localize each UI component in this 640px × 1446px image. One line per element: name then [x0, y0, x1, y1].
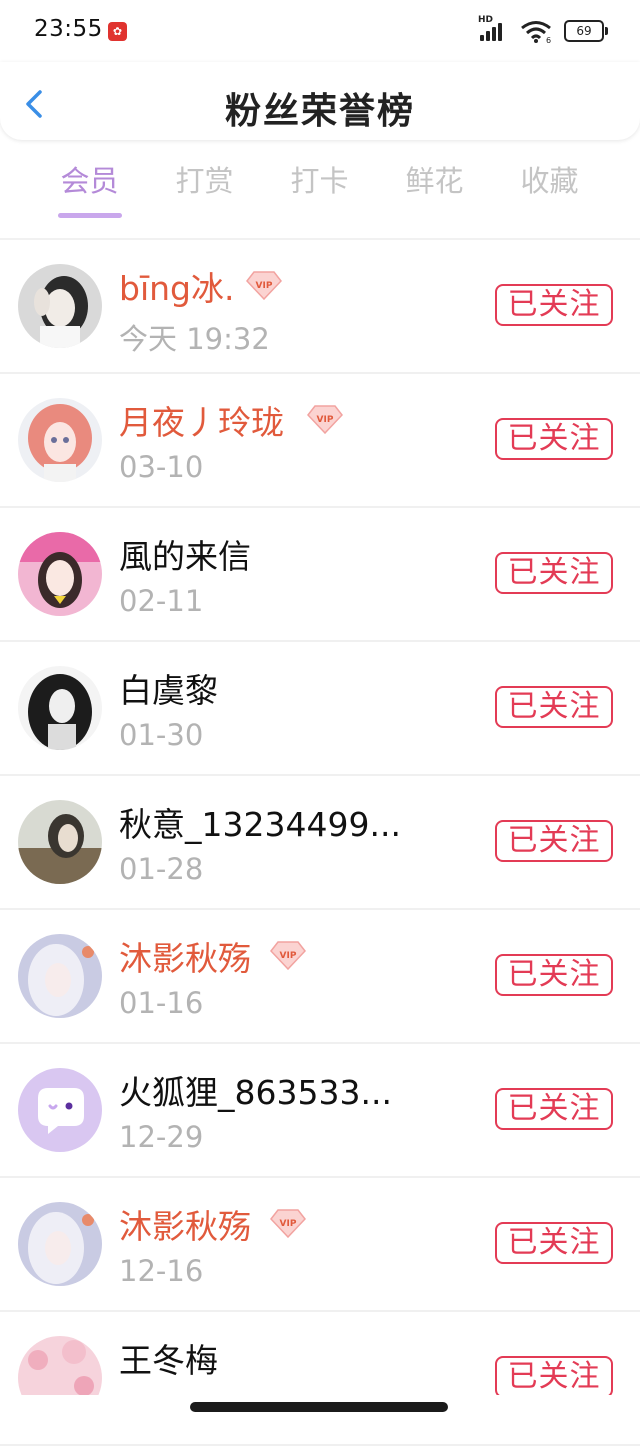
vip-badge-icon: VIP: [246, 271, 282, 300]
avatar[interactable]: [18, 1202, 102, 1286]
follow-date: 01-28: [119, 852, 204, 886]
followed-button[interactable]: 已关注: [495, 1356, 613, 1398]
list-item[interactable]: 月夜丿玲珑 VIP 03-10 已关注: [0, 374, 640, 508]
status-time: 23:55: [34, 16, 103, 42]
svg-text:VIP: VIP: [317, 415, 334, 425]
avatar[interactable]: [18, 264, 102, 348]
home-indicator[interactable]: [190, 1402, 448, 1412]
svg-text:VIP: VIP: [256, 281, 273, 291]
list-item[interactable]: 風的来信 02-11 已关注: [0, 508, 640, 642]
vip-badge-icon: VIP: [307, 405, 343, 434]
app-notification-icon: ✿: [108, 22, 127, 41]
followed-button[interactable]: 已关注: [495, 1222, 613, 1264]
tab-bar: 会员 打赏 打卡 鲜花 收藏: [32, 158, 610, 220]
tab-flowers[interactable]: 鲜花: [377, 158, 492, 220]
avatar[interactable]: [18, 532, 102, 616]
follow-date: 01-16: [119, 986, 204, 1020]
vip-badge-icon: VIP: [270, 941, 306, 970]
follow-date: 12-16: [119, 1254, 204, 1288]
followed-button[interactable]: 已关注: [495, 686, 613, 728]
signal-icon: HD: [478, 15, 508, 43]
avatar[interactable]: [18, 666, 102, 750]
user-name[interactable]: 風的来信: [119, 530, 251, 578]
followed-button[interactable]: 已关注: [495, 820, 613, 862]
network-type-label: HD: [478, 15, 494, 25]
follow-date: 今天 19:32: [119, 322, 270, 356]
followed-button[interactable]: 已关注: [495, 418, 613, 460]
battery-icon: 69: [564, 20, 608, 42]
follow-date: 01-30: [119, 718, 204, 752]
tab-favorites[interactable]: 收藏: [492, 158, 607, 220]
avatar[interactable]: [18, 1068, 102, 1152]
user-name[interactable]: 月夜丿玲珑: [119, 396, 284, 444]
user-name[interactable]: 沐影秋殇: [119, 932, 251, 980]
followed-button[interactable]: 已关注: [495, 552, 613, 594]
wifi-icon: 6: [521, 21, 551, 43]
list-item[interactable]: 白虞黎 01-30 已关注: [0, 642, 640, 776]
list-item[interactable]: 王冬梅 已关注: [0, 1312, 640, 1446]
tab-checkin[interactable]: 打卡: [262, 158, 377, 220]
svg-text:VIP: VIP: [280, 951, 297, 961]
user-name[interactable]: 火狐狸_863533...: [119, 1066, 392, 1114]
list-item[interactable]: 火狐狸_863533... 12-29 已关注: [0, 1044, 640, 1178]
status-bar: 23:55 ✿ HD 6 69: [0, 0, 640, 62]
user-name[interactable]: 秋意_13234499...: [119, 798, 401, 846]
page-title: 粉丝荣誉榜: [224, 91, 415, 132]
svg-text:6: 6: [546, 36, 551, 43]
user-name[interactable]: 沐影秋殇: [119, 1200, 251, 1248]
follow-date: 02-11: [119, 584, 204, 618]
followed-button[interactable]: 已关注: [495, 1088, 613, 1130]
followed-button[interactable]: 已关注: [495, 954, 613, 996]
user-name[interactable]: 王冬梅: [119, 1334, 218, 1382]
tab-rewards[interactable]: 打赏: [147, 158, 262, 220]
avatar[interactable]: [18, 934, 102, 1018]
avatar[interactable]: [18, 398, 102, 482]
user-name[interactable]: 白虞黎: [119, 664, 218, 712]
vip-badge-icon: VIP: [270, 1209, 306, 1238]
avatar[interactable]: [18, 800, 102, 884]
list-item[interactable]: 沐影秋殇 VIP 01-16 已关注: [0, 910, 640, 1044]
follow-date: 03-10: [119, 450, 204, 484]
fan-list: bīng冰. VIP 今天 19:32 已关注 月夜丿玲珑 VIP 03-10 …: [0, 240, 640, 1446]
list-item[interactable]: bīng冰. VIP 今天 19:32 已关注: [0, 240, 640, 374]
list-item[interactable]: 沐影秋殇 VIP 12-16 已关注: [0, 1178, 640, 1312]
followed-button[interactable]: 已关注: [495, 284, 613, 326]
header: 粉丝荣誉榜: [0, 62, 640, 140]
tab-members[interactable]: 会员: [32, 158, 147, 220]
follow-date: 12-29: [119, 1120, 204, 1154]
user-name[interactable]: bīng冰.: [119, 262, 234, 310]
list-item[interactable]: 秋意_13234499... 01-28 已关注: [0, 776, 640, 910]
svg-text:VIP: VIP: [280, 1219, 297, 1229]
status-icons: HD 6 69: [478, 15, 608, 44]
